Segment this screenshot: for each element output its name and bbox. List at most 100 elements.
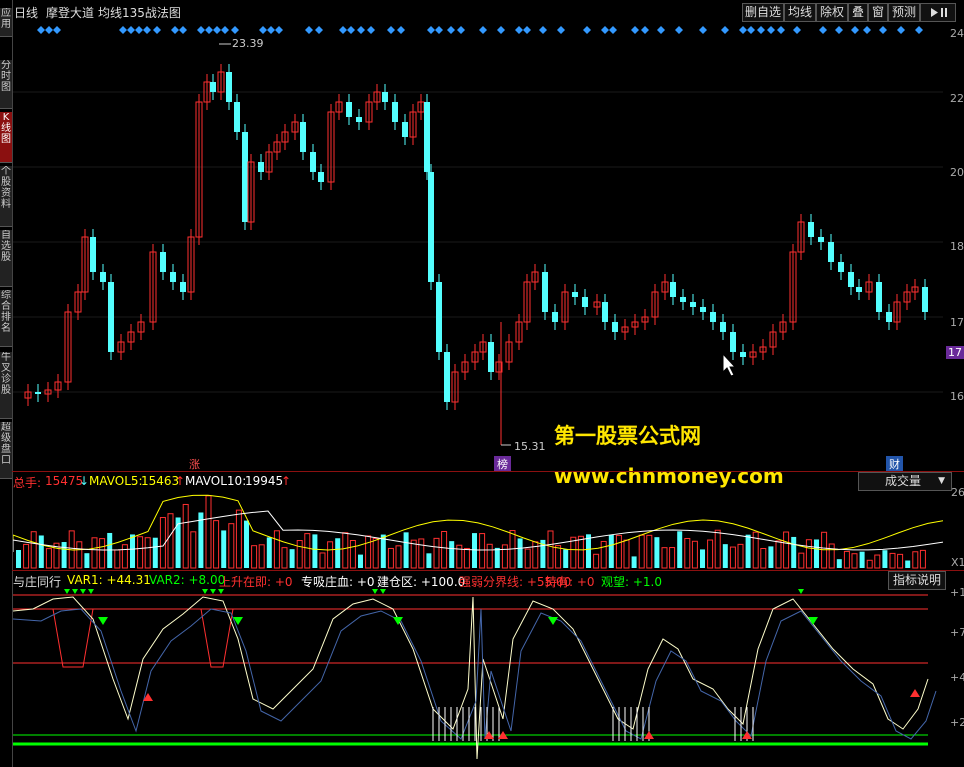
volume-bar-up (919, 549, 926, 569)
volume-bar-up (144, 537, 151, 569)
candle-body-down (90, 237, 96, 272)
side-tab-2[interactable]: K线图 (0, 112, 12, 163)
side-tab-1[interactable]: 分时图 (0, 60, 12, 109)
side-tab-4[interactable]: 自选股 (0, 230, 12, 287)
volume-bar-up (555, 545, 562, 569)
candle-body-down (710, 312, 716, 322)
volume-bar-up (889, 552, 896, 569)
ex-rights-button[interactable]: 除权 (816, 3, 848, 22)
signal-diamond-icon (387, 26, 395, 34)
volume-bar-up (577, 535, 584, 569)
volume-bar-down (312, 534, 318, 568)
candle-body-down (382, 92, 388, 102)
volume-bar-up (114, 549, 121, 569)
volume-bar-up (167, 513, 174, 569)
volume-bar-up (486, 543, 493, 569)
candle-body-down (242, 132, 248, 222)
volume-bar-up (684, 537, 691, 569)
volume-bar-up (273, 530, 280, 569)
window-button[interactable]: 窗 (868, 3, 888, 22)
ma-button[interactable]: 均线 (784, 3, 816, 22)
signal-diamond-icon (119, 26, 127, 34)
candle-body-down (700, 307, 706, 312)
candle-body-down (300, 122, 306, 152)
signal-diamond-icon (539, 26, 547, 34)
volume-bar-up (281, 547, 288, 569)
volume-bar-up (866, 559, 873, 569)
candle-body-down (680, 297, 686, 302)
signal-diamond-icon (435, 26, 443, 34)
volume-bar-up (912, 551, 919, 569)
candle-body-down (424, 102, 430, 172)
volume-bar-up (319, 552, 326, 569)
volume-indicator-select[interactable]: 成交量 ▼ (858, 472, 952, 491)
overlay-button[interactable]: 叠 (848, 3, 868, 22)
side-tab-6[interactable]: 牛叉诊股 (0, 352, 12, 419)
indicator-chart[interactable] (13, 589, 943, 767)
top-signal-icon (64, 589, 70, 594)
candle-body-down (838, 262, 844, 272)
signal-diamond-icon (197, 26, 205, 34)
indicator-help-button[interactable]: 指标说明 (888, 571, 946, 590)
left-function-strip: 应用分时图 K线图个股资料自选股综合排名牛叉诊股超级盘口 (0, 0, 13, 767)
down-arrow-icon: ↓ (79, 474, 90, 488)
event-tag-finance[interactable]: 财 (886, 456, 903, 472)
volume-select-value: 成交量 (885, 474, 922, 488)
volume-bar-down (677, 531, 683, 568)
signal-diamond-icon (179, 26, 187, 34)
event-tag-limit-up[interactable]: 涨 (186, 456, 203, 472)
volume-bar-down (266, 537, 272, 568)
volume-bar-up (623, 539, 630, 569)
side-tab-0[interactable]: 应用 (0, 8, 12, 37)
top-signal-icon (202, 589, 208, 594)
signal-diamond-icon (897, 26, 905, 34)
volume-axis-unit: X1 (951, 556, 964, 569)
candle-body-down (730, 332, 736, 352)
signal-diamond-icon (601, 26, 609, 34)
volume-bar-up (30, 531, 37, 569)
volume-bar-up (327, 541, 334, 569)
signal-diamond-icon (497, 26, 505, 34)
volume-header: 总手: 15475 ↓ MAVOL5: 15463 ↑ MAVOL10: 199… (13, 472, 943, 490)
volume-chart[interactable] (13, 490, 943, 570)
candle-body-down (818, 237, 824, 242)
candlestick-chart[interactable] (13, 22, 943, 455)
volume-bar-up (296, 540, 303, 569)
candle-body-down (234, 102, 240, 132)
up-arrow-icon: ↑ (281, 474, 292, 488)
side-tab-3[interactable]: 个股资料 (0, 166, 12, 227)
sell-triangle-icon (98, 617, 108, 625)
signal-diamond-icon (515, 26, 523, 34)
play-pause-icon[interactable] (920, 3, 956, 22)
signal-diamond-icon (53, 26, 61, 34)
mavol5-line (13, 494, 943, 551)
signal-diamond-icon (427, 26, 435, 34)
volume-bar-down (722, 544, 728, 568)
indicator-axis-tick: +4 (950, 671, 964, 684)
volume-bar-down (175, 517, 181, 568)
volume-bar-up (661, 547, 668, 569)
signal-diamond-icon (339, 26, 347, 34)
volume-bar-up (798, 552, 805, 569)
volume-bar-up (91, 537, 98, 569)
stock-name: 摩登大道 (46, 6, 95, 20)
volume-bar-down (472, 533, 477, 568)
volume-bar-up (213, 520, 220, 569)
candle-body-down (876, 282, 882, 312)
remove-watchlist-button[interactable]: 删自选 (742, 3, 784, 22)
volume-bar-down (791, 536, 797, 568)
indicator-value-2: 上升在即: +0 (219, 575, 293, 589)
forecast-button[interactable]: 预测 (888, 3, 920, 22)
period-label[interactable]: 日线 (14, 4, 38, 21)
event-tag-list[interactable]: 榜 (494, 456, 511, 472)
volume-bar-down (517, 538, 523, 568)
volume-bar-down (426, 553, 432, 568)
volume-bar-down (654, 537, 660, 568)
volume-bar-up (600, 540, 607, 569)
top-signal-icon (72, 589, 78, 594)
signal-diamond-icon (641, 26, 649, 34)
candle-body-down (740, 352, 746, 357)
side-tab-5[interactable]: 综合排名 (0, 290, 12, 347)
top-toolbar: 日线 摩登大道 均线135战法图 删自选 均线 除权 叠 窗 预测 (12, 0, 964, 22)
side-tab-7[interactable]: 超级盘口 (0, 422, 12, 479)
